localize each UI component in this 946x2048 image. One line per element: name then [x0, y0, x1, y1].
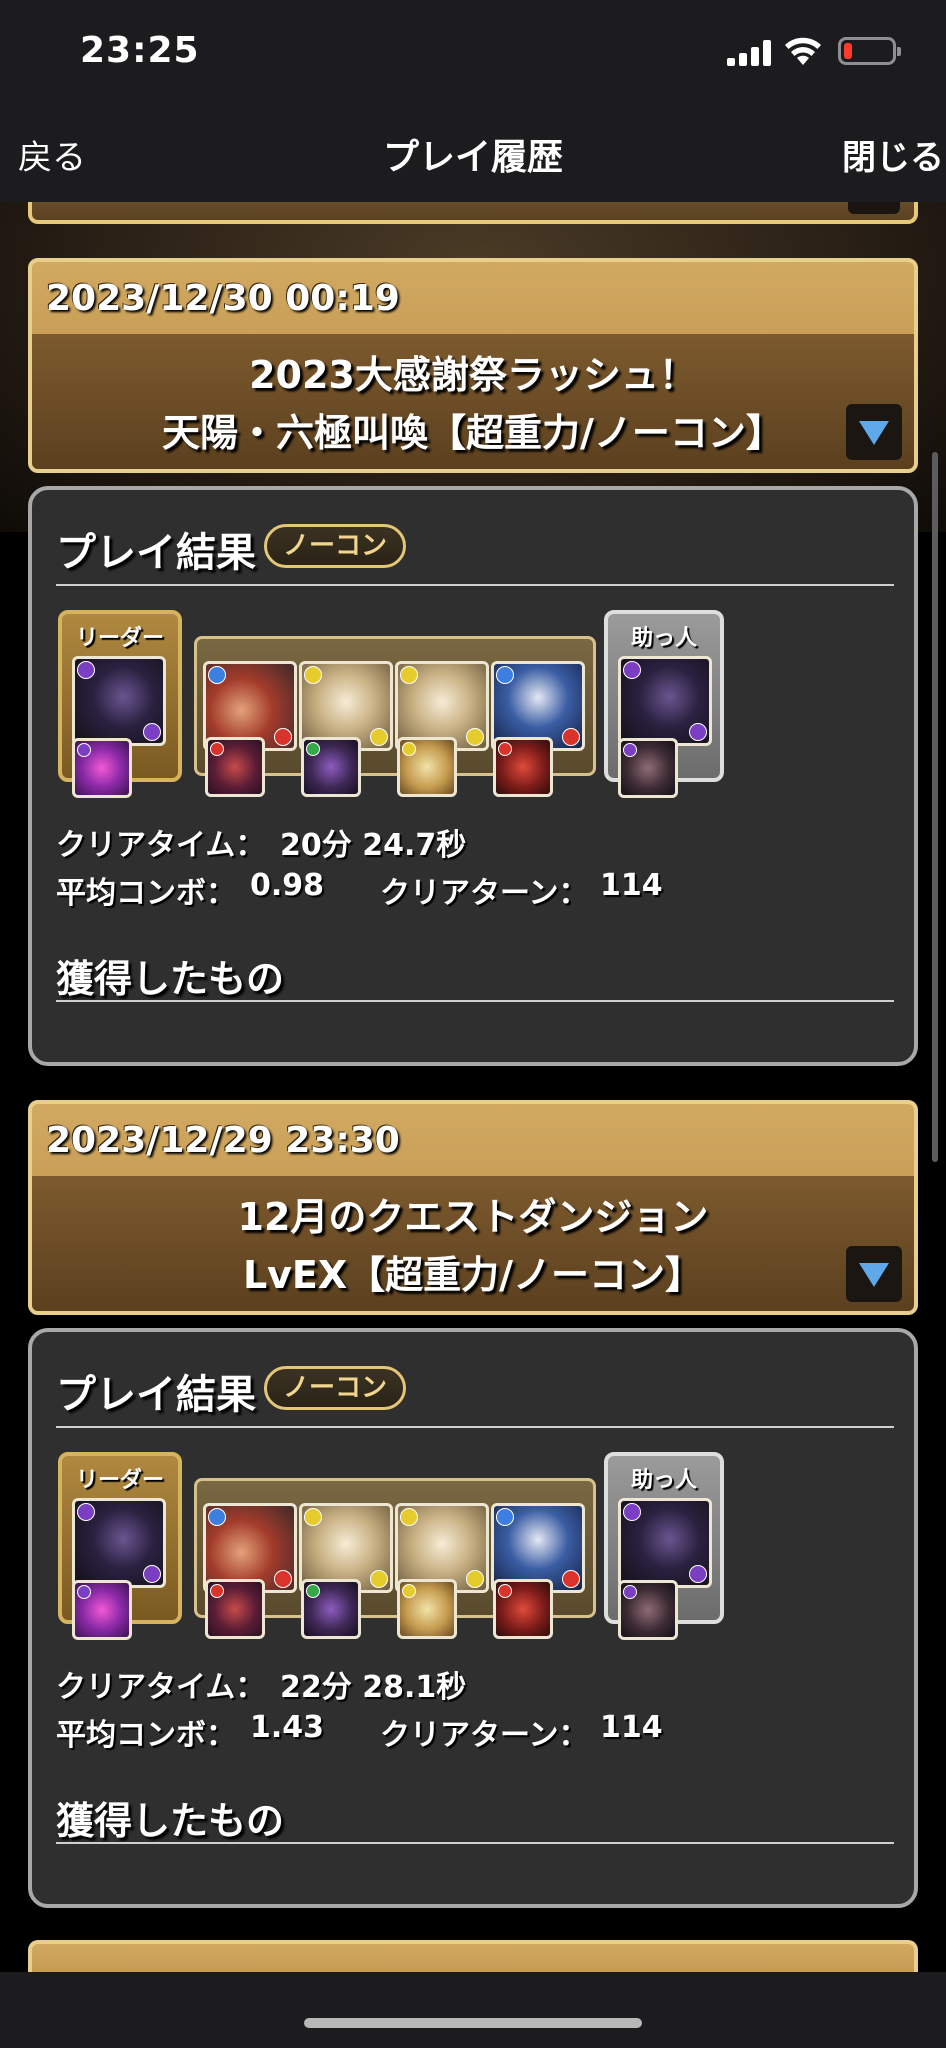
- assist-equip-icon[interactable]: [618, 1580, 678, 1640]
- helper-slot[interactable]: 助っ人: [604, 1452, 724, 1640]
- quest-name: 2023大感謝祭ラッシュ！: [249, 353, 697, 397]
- assist-equip-icon[interactable]: [205, 1579, 265, 1639]
- result-title: プレイ結果: [56, 1372, 256, 1418]
- quest-header: 2023/12/30 00:19 2023大感謝祭ラッシュ！ 天陽・六極叫喚【超…: [28, 258, 918, 473]
- no-continue-badge: ノーコン: [264, 1366, 407, 1410]
- cellular-signal-icon: [727, 40, 773, 66]
- wifi-icon: [785, 37, 821, 65]
- leader-slot[interactable]: リーダー: [58, 610, 182, 798]
- dark-dragon-monster-icon[interactable]: [618, 1498, 712, 1588]
- navigation-bar: 戻る プレイ履歴 閉じる: [0, 100, 946, 202]
- quest-header: 2023/12/29 23:30 12月のクエストダンジョン LvEX【超重力/…: [28, 1100, 918, 1315]
- helper-label: 助っ人: [630, 1468, 697, 1493]
- earned-items-title: 獲得したもの: [56, 1799, 285, 1843]
- assist-equip-icon[interactable]: [493, 1579, 553, 1639]
- play-result-panel: プレイ結果 ノーコン リーダー: [28, 1328, 918, 1908]
- divider: [56, 584, 894, 586]
- play-date: 2023/12/29 23:30: [46, 1120, 400, 1161]
- avg-combo-label: 平均コンボ：: [56, 876, 236, 911]
- quest-name: 12月のクエストダンジョン: [237, 1195, 709, 1239]
- assist-equip-icon[interactable]: [72, 1580, 132, 1640]
- assist-equip-icon[interactable]: [397, 1579, 457, 1639]
- dungeon-name: 天陽・六極叫喚【超重力/ノーコン】: [162, 411, 784, 455]
- earned-items-title: 獲得したもの: [56, 957, 285, 1001]
- leader-slot[interactable]: リーダー: [58, 1452, 182, 1640]
- dungeon-name: LvEX【超重力/ノーコン】: [242, 1253, 704, 1297]
- helper-label: 助っ人: [630, 626, 697, 651]
- assist-equip-icon[interactable]: [72, 738, 132, 798]
- helper-slot[interactable]: 助っ人: [604, 610, 724, 798]
- close-button[interactable]: 閉じる: [842, 130, 944, 179]
- assist-equip-icon[interactable]: [301, 737, 361, 797]
- assist-equip-icon[interactable]: [205, 737, 265, 797]
- expand-toggle-icon[interactable]: [846, 1246, 902, 1302]
- avg-combo-label: 平均コンボ：: [56, 1718, 236, 1753]
- assist-equip-icon[interactable]: [397, 737, 457, 797]
- clear-time-label: クリアタイム：: [56, 828, 266, 863]
- quest-title-area: 12月のクエストダンジョン LvEX【超重力/ノーコン】: [32, 1176, 914, 1311]
- divider: [56, 1842, 894, 1844]
- assist-equip-icon[interactable]: [618, 738, 678, 798]
- clear-turn-label: クリアターン：: [380, 876, 589, 911]
- dark-dragon-monster-icon[interactable]: [72, 1498, 166, 1588]
- clear-turn-value: 114: [600, 1710, 663, 1745]
- dark-dragon-monster-icon[interactable]: [72, 656, 166, 746]
- assist-equip-icon[interactable]: [493, 737, 553, 797]
- avg-combo-value: 1.43: [250, 1710, 325, 1745]
- scrollbar[interactable]: [932, 452, 938, 1162]
- home-bar-area: [0, 1972, 946, 2048]
- assist-equip-icon[interactable]: [301, 1579, 361, 1639]
- status-bar: 23:25: [0, 0, 946, 100]
- leader-label: リーダー: [75, 1468, 164, 1493]
- result-title: プレイ結果: [56, 530, 256, 576]
- divider: [56, 1426, 894, 1428]
- status-time: 23:25: [80, 30, 200, 71]
- dark-dragon-monster-icon[interactable]: [618, 656, 712, 746]
- clear-time-label: クリアタイム：: [56, 1670, 266, 1705]
- page-title: プレイ履歴: [382, 137, 563, 178]
- avg-combo-value: 0.98: [250, 868, 325, 903]
- divider: [56, 1000, 894, 1002]
- quest-title-area: 2023大感謝祭ラッシュ！ 天陽・六極叫喚【超重力/ノーコン】: [32, 334, 914, 469]
- home-indicator[interactable]: [304, 2018, 642, 2028]
- next-entry-header: [28, 1940, 918, 1972]
- no-continue-badge: ノーコン: [264, 524, 407, 568]
- leader-label: リーダー: [75, 626, 164, 651]
- sub-members: [194, 1478, 596, 1639]
- clear-turn-value: 114: [600, 868, 663, 903]
- play-result-panel: プレイ結果 ノーコン リーダー: [28, 486, 918, 1066]
- battery-icon: [838, 37, 901, 65]
- clear-time-value: 20分 24.7秒: [280, 828, 467, 863]
- clear-time-value: 22分 28.1秒: [280, 1670, 467, 1705]
- previous-entry-header: [28, 202, 918, 224]
- history-list[interactable]: 2023/12/30 00:19 2023大感謝祭ラッシュ！ 天陽・六極叫喚【超…: [0, 202, 946, 1972]
- sub-members: [194, 636, 596, 797]
- expand-toggle-icon[interactable]: [846, 404, 902, 460]
- play-date: 2023/12/30 00:19: [46, 278, 400, 319]
- clear-turn-label: クリアターン：: [380, 1718, 589, 1753]
